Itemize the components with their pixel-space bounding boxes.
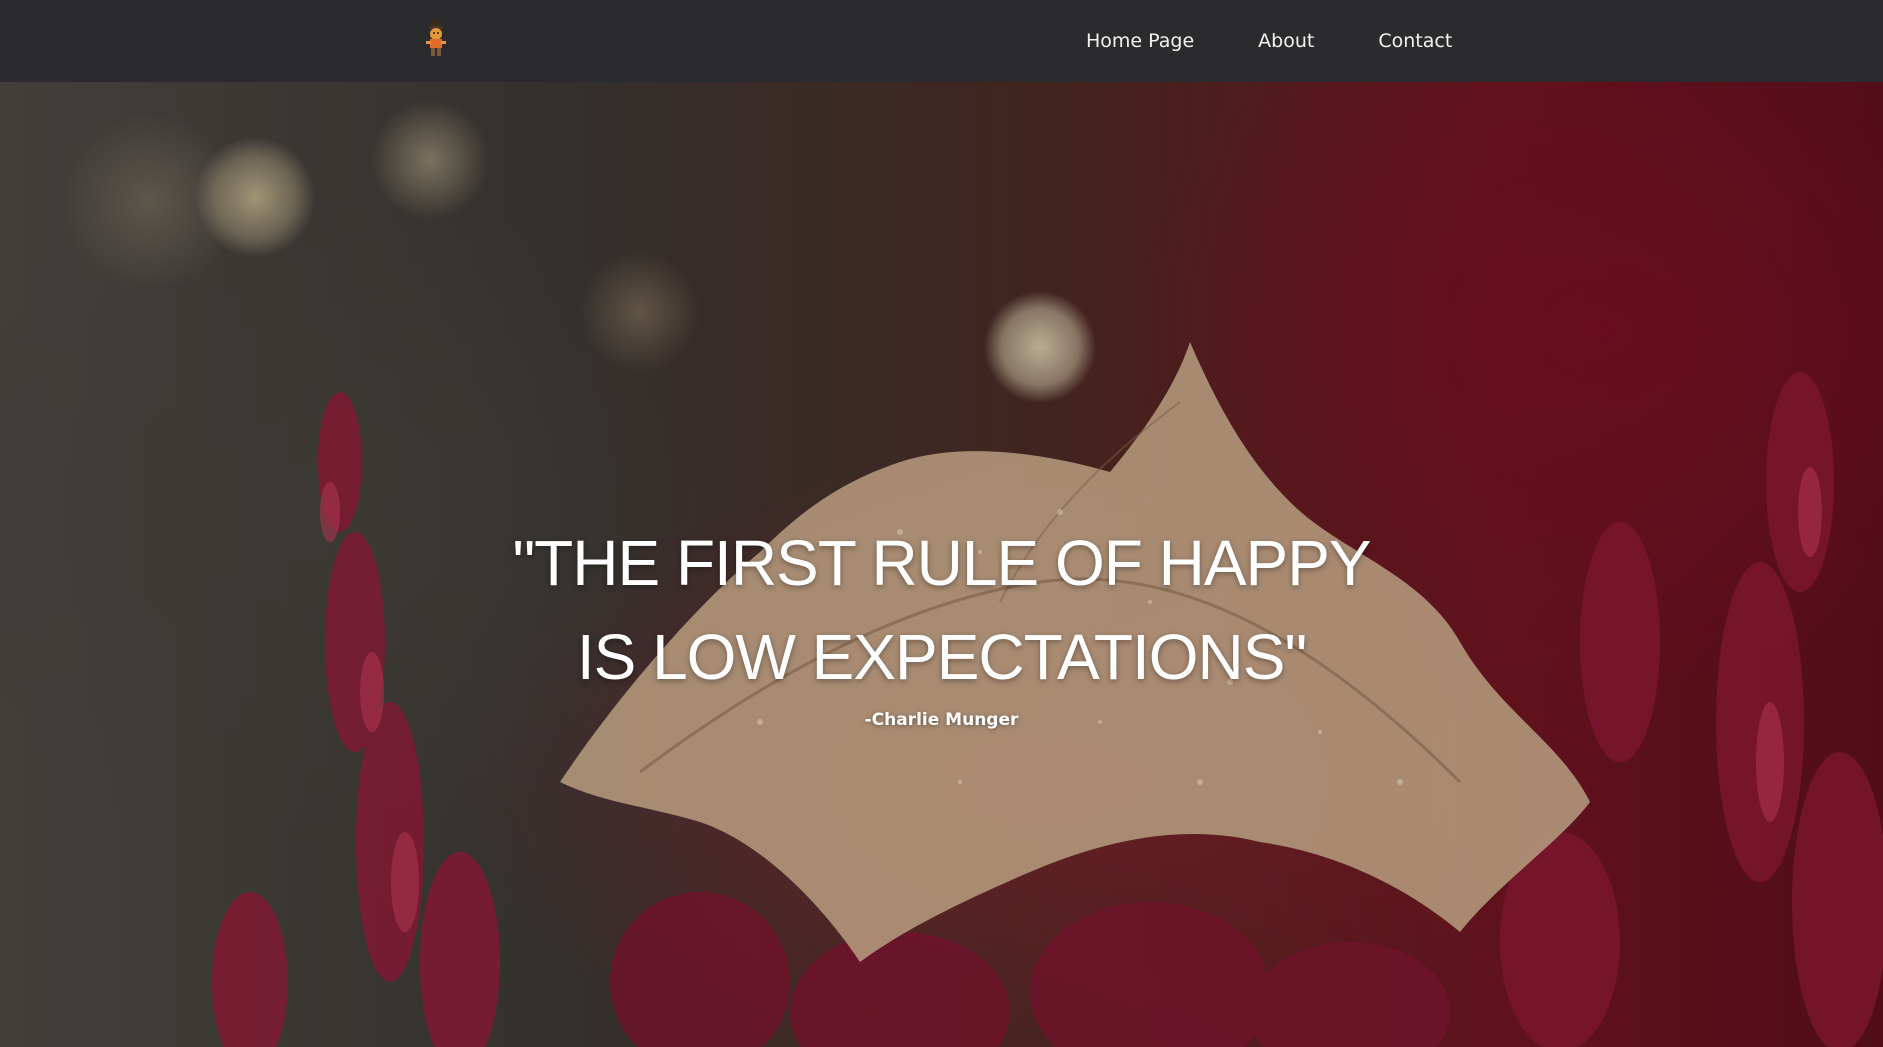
hero-section: "THE FIRST RULE OF HAPPY IS LOW EXPECTAT… bbox=[0, 82, 1883, 1047]
hero-quote: "THE FIRST RULE OF HAPPY IS LOW EXPECTAT… bbox=[512, 527, 1371, 693]
nav-home-link[interactable]: Home Page bbox=[1086, 30, 1194, 52]
hero-quote-block: "THE FIRST RULE OF HAPPY IS LOW EXPECTAT… bbox=[0, 516, 1883, 730]
nav-contact-link[interactable]: Contact bbox=[1378, 30, 1452, 52]
quote-author: -Charlie Munger bbox=[864, 710, 1019, 730]
nav-about-link[interactable]: About bbox=[1258, 30, 1314, 52]
navbar: Home Page About Contact bbox=[0, 0, 1883, 82]
scarecrow-mascot-icon[interactable] bbox=[424, 20, 450, 60]
main-nav: Home Page About Contact bbox=[1060, 0, 1484, 82]
